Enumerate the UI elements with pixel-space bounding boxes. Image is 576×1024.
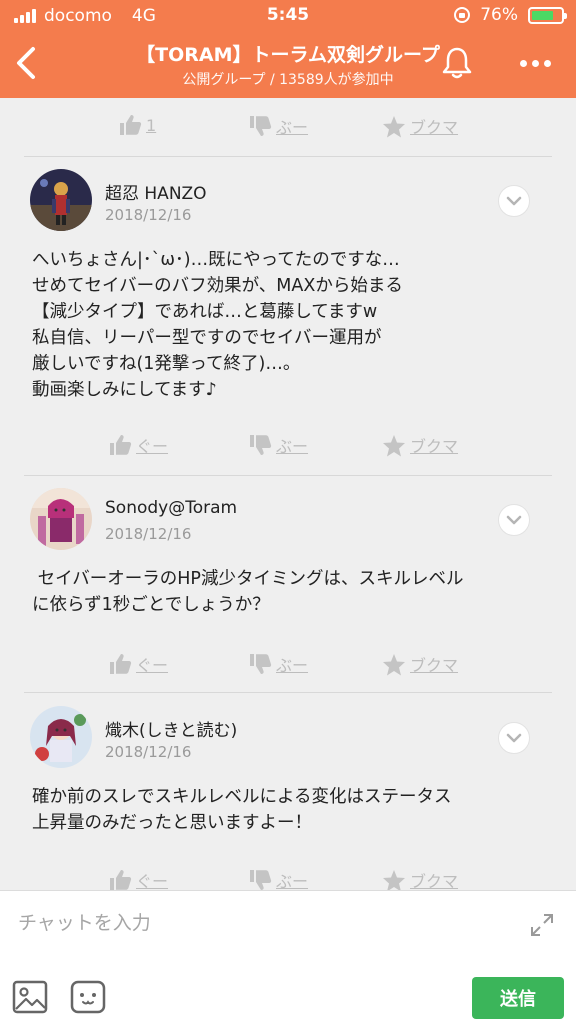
- sticker-icon: [70, 980, 106, 1014]
- thumbs-down-icon: [250, 870, 272, 890]
- post-menu-button[interactable]: [498, 504, 530, 536]
- battery-icon: [528, 6, 567, 24]
- avatar[interactable]: [30, 706, 92, 768]
- image-button[interactable]: [12, 979, 48, 1015]
- star-icon: [383, 869, 405, 890]
- group-title: 【TORAM】トーラム双剣グループ: [136, 44, 440, 66]
- thumbs-up-icon: [110, 654, 132, 674]
- more-dots-icon: [519, 59, 527, 67]
- divider: [24, 692, 552, 693]
- image-icon: [12, 980, 48, 1014]
- star-icon: [383, 653, 405, 675]
- like-button[interactable]: 1: [118, 114, 156, 136]
- author-name[interactable]: 超忍 HANZO: [105, 179, 207, 204]
- dislike-button[interactable]: ぶー: [248, 114, 308, 138]
- chevron-left-icon: [17, 47, 35, 79]
- thumbs-down-icon: [250, 654, 272, 674]
- bookmark-button[interactable]: ブクマ: [382, 433, 458, 457]
- star-icon: [383, 115, 405, 137]
- send-button[interactable]: 送信: [472, 977, 564, 1019]
- sticker-button[interactable]: [70, 979, 106, 1015]
- avatar-image: [30, 706, 92, 768]
- back-button[interactable]: [6, 40, 46, 86]
- avatar[interactable]: [30, 488, 92, 550]
- post-menu-button[interactable]: [498, 722, 530, 754]
- bookmark-button[interactable]: ブクマ: [382, 114, 458, 138]
- avatar-image: [30, 169, 92, 231]
- post-feed[interactable]: 1 ぶー ブクマ 超忍 HANZO 2018/12/16 へいちょさん|･`ω･…: [0, 98, 576, 890]
- post-body: 確か前のスレでスキルレベルによる変化はステータス 上昇量のみだったと思いますよー…: [32, 787, 452, 833]
- avatar[interactable]: [30, 169, 92, 231]
- author-name[interactable]: 熾木(しきと読む): [105, 716, 237, 741]
- action-row: ぐー ぶー ブクマ: [0, 860, 576, 890]
- status-bar: docomo 4G 5:45 76%: [0, 0, 576, 32]
- like-button[interactable]: ぐー: [108, 433, 168, 457]
- thumbs-up-icon: [120, 115, 142, 135]
- like-button[interactable]: ぐー: [108, 652, 168, 676]
- avatar-image: [30, 488, 92, 550]
- chevron-down-icon: [506, 515, 522, 525]
- post-date: 2018/12/16: [105, 206, 192, 224]
- chevron-down-icon: [506, 733, 522, 743]
- bookmark-button[interactable]: ブクマ: [382, 868, 458, 890]
- like-button[interactable]: ぐー: [108, 868, 168, 890]
- post-date: 2018/12/16: [105, 525, 192, 543]
- divider: [24, 475, 552, 476]
- orientation-lock-icon: [454, 7, 471, 23]
- star-icon: [383, 434, 405, 456]
- post-menu-button[interactable]: [498, 185, 530, 217]
- author-name[interactable]: Sonody@Toram: [105, 498, 237, 518]
- bookmark-button[interactable]: ブクマ: [382, 652, 458, 676]
- battery-percent: 76%: [480, 5, 518, 25]
- action-row: ぐー ぶー ブクマ: [0, 644, 576, 684]
- post-body: セイバーオーラのHP減少タイミングは、スキルレベル に依らず1秒ごとでしょうか？: [32, 569, 464, 615]
- action-row-top: 1 ぶー ブクマ: [0, 106, 576, 146]
- notification-button[interactable]: [436, 42, 478, 84]
- post-body: へいちょさん|･`ω･)…既にやってたのですな… せめてセイバーのバフ効果が、M…: [32, 250, 403, 400]
- dislike-button[interactable]: ぶー: [248, 433, 308, 457]
- more-button[interactable]: [510, 42, 560, 84]
- thumbs-down-icon: [250, 435, 272, 455]
- chat-composer: 送信: [0, 890, 576, 1024]
- dislike-button[interactable]: ぶー: [248, 652, 308, 676]
- dislike-button[interactable]: ぶー: [248, 868, 308, 890]
- group-subtitle: 公開グループ / 13589人が参加中: [182, 72, 394, 88]
- thumbs-down-icon: [250, 116, 272, 136]
- expand-icon: [531, 914, 553, 936]
- post-date: 2018/12/16: [105, 743, 192, 761]
- chevron-down-icon: [506, 196, 522, 206]
- bell-icon: [442, 47, 472, 79]
- divider: [24, 156, 552, 157]
- action-row: ぐー ぶー ブクマ: [0, 425, 576, 465]
- expand-input-button[interactable]: [526, 909, 558, 941]
- group-title-area[interactable]: 【TORAM】トーラム双剣グループ 公開グループ / 13589人が参加中: [80, 40, 496, 89]
- thumbs-up-icon: [110, 870, 132, 890]
- chat-input[interactable]: [18, 903, 498, 943]
- app-header: docomo 4G 5:45 76% 【TORAM】トーラム双剣グループ 公開グ…: [0, 0, 576, 98]
- thumbs-up-icon: [110, 435, 132, 455]
